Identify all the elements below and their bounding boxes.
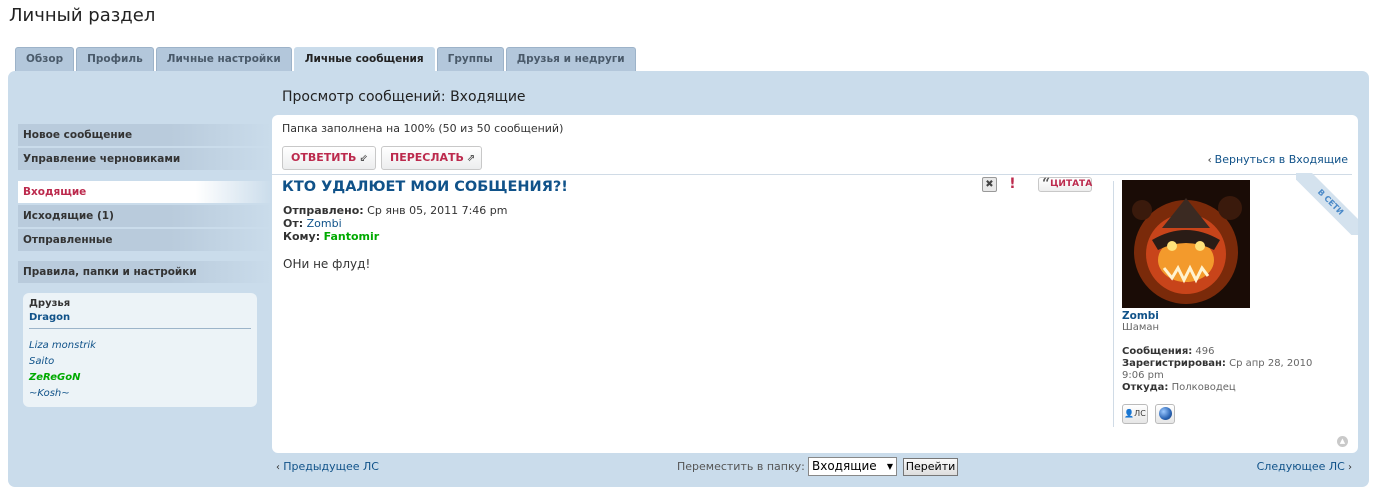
forward-arrow-icon: ⇗: [466, 153, 476, 164]
reply-arrow-icon: ⇙: [359, 153, 368, 164]
forward-button[interactable]: ПЕРЕСЛАТЬ ⇗: [381, 146, 482, 170]
friend-offline[interactable]: ~Kosh~: [29, 386, 251, 402]
quote-mark-icon: “: [1042, 176, 1051, 192]
website-button[interactable]: [1155, 404, 1175, 424]
friend-online[interactable]: Dragon: [29, 312, 251, 323]
go-button[interactable]: Перейти: [903, 458, 958, 476]
friend-offline[interactable]: ZeReGoN: [29, 370, 251, 386]
tab-preferences[interactable]: Личные настройки: [155, 47, 292, 71]
sidebar-item-rules-folders[interactable]: Правила, папки и настройки: [18, 261, 272, 283]
forward-button-label: ПЕРЕСЛАТЬ: [390, 151, 464, 164]
sidebar-group-folders: Входящие Исходящие (1) Отправленные: [18, 181, 272, 253]
author-avatar[interactable]: [1122, 180, 1250, 308]
friend-offline[interactable]: Liza monstrik: [29, 338, 251, 354]
sidebar-item-new-message[interactable]: Новое сообщение: [18, 124, 272, 146]
author-name-link[interactable]: Zombi: [1122, 310, 1159, 322]
prev-message-link[interactable]: ‹ Предыдущее ЛС: [276, 460, 379, 473]
author-rank: Шаман: [1122, 322, 1160, 333]
next-message-link[interactable]: Следующее ЛС ›: [1257, 460, 1352, 473]
next-message-label: Следующее ЛС: [1256, 460, 1345, 473]
location-value: Полководец: [1171, 382, 1236, 393]
folder-status: Папка заполнена на 100% (50 из 50 сообще…: [282, 122, 564, 135]
sidebar-item-outbox[interactable]: Исходящие (1): [18, 205, 272, 227]
to-label: Кому:: [283, 230, 321, 243]
sidebar-item-drafts[interactable]: Управление черновиками: [18, 148, 272, 170]
tab-friends-foes[interactable]: Друзья и недруги: [505, 47, 636, 71]
message-subject: КТО УДАЛЮЕТ МОИ СОБЩЕНИЯ?!: [282, 179, 568, 195]
friends-divider: [29, 328, 251, 329]
folder-select[interactable]: Входящие ▼: [808, 457, 897, 476]
friends-box: Друзья Dragon Liza monstrik Saito ZeReGo…: [23, 293, 257, 407]
reply-button-label: ОТВЕТИТЬ: [291, 151, 357, 164]
to-user-link[interactable]: Fantomir: [324, 230, 380, 243]
tab-groups[interactable]: Группы: [436, 47, 504, 71]
globe-icon: [1158, 407, 1172, 420]
sent-label: Отправлено:: [283, 204, 364, 217]
chevron-left-icon: ‹: [1207, 155, 1212, 166]
tab-overview[interactable]: Обзор: [15, 47, 75, 71]
send-pm-button[interactable]: 👤ЛС: [1122, 404, 1148, 424]
sidebar-group-settings: Правила, папки и настройки: [18, 261, 272, 285]
location-label: Откуда:: [1122, 382, 1169, 393]
delete-icon[interactable]: ✖: [982, 177, 997, 192]
message-body: ОНи не флуд!: [283, 257, 371, 271]
back-to-inbox-link[interactable]: ‹ Вернуться в Входящие: [1208, 153, 1348, 166]
message-meta: Отправлено: Ср янв 05, 2011 7:46 pm От: …: [283, 204, 508, 243]
page-title: Личный раздел: [9, 5, 156, 26]
user-icon: 👤: [1124, 409, 1135, 418]
quote-button[interactable]: “ЦИТАТА: [1038, 177, 1092, 192]
back-to-top-icon[interactable]: ▲: [1337, 436, 1348, 447]
posts-value: 496: [1195, 346, 1215, 357]
friend-offline[interactable]: Saito: [29, 354, 251, 370]
online-badge: В СЕТИ: [1296, 173, 1358, 235]
sidebar-group-compose: Новое сообщение Управление черновиками: [18, 124, 272, 172]
prev-message-label: Предыдущее ЛС: [283, 460, 379, 473]
reply-button[interactable]: ОТВЕТИТЬ ⇙: [282, 146, 376, 170]
from-label: От:: [283, 217, 304, 230]
tab-bar: Обзор Профиль Личные настройки Личные со…: [15, 47, 636, 72]
registered-label: Зарегистрирован:: [1122, 358, 1226, 369]
chevron-right-icon: ›: [1344, 462, 1352, 473]
back-to-inbox-label: Вернуться в Входящие: [1214, 153, 1348, 166]
tab-profile[interactable]: Профиль: [76, 47, 154, 71]
friends-header: Друзья: [29, 298, 71, 309]
quote-button-label: ЦИТАТА: [1050, 179, 1093, 189]
author-details: Сообщения: 496 Зарегистрирован: Ср апр 2…: [1122, 346, 1337, 394]
toolbar-divider: [272, 174, 1352, 175]
avatar-image: [1122, 180, 1250, 308]
sidebar-item-inbox[interactable]: Входящие: [18, 181, 272, 203]
posts-label: Сообщения:: [1122, 346, 1193, 357]
report-icon[interactable]: !: [1004, 177, 1021, 192]
author-column-divider: [1113, 181, 1114, 427]
dropdown-arrow-icon: ▼: [886, 462, 893, 471]
sidebar-item-sent[interactable]: Отправленные: [18, 229, 272, 251]
folder-select-value: Входящие: [812, 459, 877, 473]
online-ribbon: В СЕТИ: [1296, 173, 1358, 235]
send-pm-label: ЛС: [1134, 409, 1146, 418]
tab-private-messages[interactable]: Личные сообщения: [293, 47, 435, 72]
move-to-folder-label: Переместить в папку:: [677, 460, 805, 473]
from-user-link[interactable]: Zombi: [307, 217, 342, 230]
view-title: Просмотр сообщений: Входящие: [282, 89, 526, 105]
sent-value: Ср янв 05, 2011 7:46 pm: [367, 204, 508, 217]
